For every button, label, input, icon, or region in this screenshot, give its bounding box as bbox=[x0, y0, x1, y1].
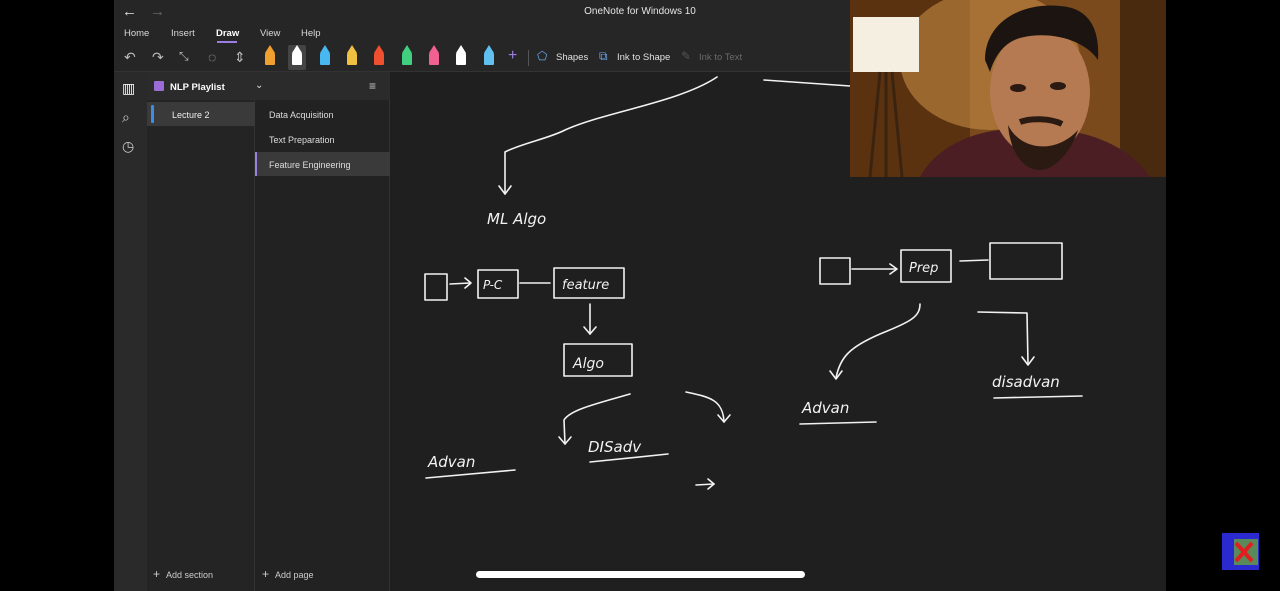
section-color-bar bbox=[151, 105, 154, 123]
ink-label-advan-1: Advan bbox=[427, 453, 475, 471]
ink-stroke bbox=[504, 76, 718, 195]
eraser-icon[interactable]: ◌ bbox=[208, 49, 216, 65]
section-label: Lecture 2 bbox=[172, 110, 210, 120]
page-label: Text Preparation bbox=[269, 135, 335, 145]
sort-icon[interactable]: ≡ bbox=[369, 79, 376, 93]
ink-stroke bbox=[563, 393, 631, 445]
search-icon[interactable]: ⌕ bbox=[122, 109, 130, 126]
pen-blue[interactable] bbox=[316, 45, 334, 70]
ink-to-shape-icon[interactable]: ⧉ bbox=[599, 49, 608, 64]
ink-to-shape-button[interactable]: Ink to Shape bbox=[617, 52, 670, 63]
ink-to-text-icon: ✎ bbox=[681, 49, 692, 63]
ink-stroke bbox=[685, 391, 725, 423]
chevron-down-icon[interactable]: ⌄ bbox=[255, 80, 263, 91]
tab-insert[interactable]: Insert bbox=[171, 28, 195, 39]
insert-space-icon[interactable]: ⇕ bbox=[234, 49, 246, 66]
ink-stroke bbox=[763, 79, 851, 87]
pen-orange[interactable] bbox=[261, 45, 279, 70]
highlighter-red[interactable] bbox=[370, 45, 388, 70]
ink-stroke bbox=[695, 483, 715, 486]
ink-stroke bbox=[977, 311, 1029, 365]
page-label: Data Acquisition bbox=[269, 110, 334, 120]
notebook-icon bbox=[154, 81, 164, 91]
nav-rail: ▥ ⌕ ◷ bbox=[114, 72, 147, 591]
recent-clock-icon[interactable]: ◷ bbox=[122, 138, 134, 155]
add-page-button[interactable]: + Add page bbox=[262, 567, 314, 581]
plus-icon: + bbox=[153, 567, 161, 581]
ink-stroke bbox=[835, 303, 921, 379]
add-section-button[interactable]: + Add section bbox=[153, 567, 213, 581]
active-tab-underline bbox=[217, 41, 237, 43]
ink-label-advan-2: Advan bbox=[801, 399, 849, 417]
ink-stroke bbox=[959, 259, 989, 262]
page-label: Feature Engineering bbox=[269, 160, 351, 170]
ink-box bbox=[989, 242, 1063, 280]
webcam-overlay bbox=[850, 0, 1166, 177]
add-pen-icon[interactable]: + bbox=[508, 47, 517, 65]
page-item-data-acquisition[interactable]: Data Acquisition bbox=[255, 102, 390, 126]
notebook-name[interactable]: NLP Playlist bbox=[170, 82, 225, 93]
notebook-header[interactable]: NLP Playlist ⌄ ≡ bbox=[147, 72, 390, 100]
tab-help[interactable]: Help bbox=[301, 28, 321, 39]
ink-label-ml-algo: ML Algo bbox=[487, 210, 546, 228]
pen-white-selected[interactable] bbox=[288, 45, 306, 70]
ink-label-algo: Algo bbox=[572, 356, 604, 372]
home-indicator-bar bbox=[476, 571, 805, 578]
shapes-icon[interactable]: ⬠ bbox=[537, 49, 547, 63]
pen-cyan[interactable] bbox=[480, 45, 498, 70]
ink-label-disadvan-2: disadvan bbox=[992, 373, 1060, 391]
ink-label-prep-2: Prep bbox=[909, 261, 938, 276]
sections-pane: Lecture 2 + Add section bbox=[147, 100, 255, 591]
ink-stroke bbox=[993, 395, 1083, 399]
lasso-select-icon[interactable]: ⤡ bbox=[179, 49, 189, 64]
tab-view[interactable]: View bbox=[260, 28, 280, 39]
ink-box bbox=[424, 273, 448, 301]
pen-yellow[interactable] bbox=[343, 45, 361, 70]
ink-label-feature: feature bbox=[562, 278, 609, 293]
pen-pink[interactable] bbox=[425, 45, 443, 70]
pages-pane: Data Acquisition Text Preparation Featur… bbox=[255, 100, 390, 591]
ink-stroke bbox=[425, 469, 516, 479]
page-item-text-preparation[interactable]: Text Preparation bbox=[255, 127, 390, 151]
ink-stroke bbox=[799, 421, 877, 425]
plus-icon: + bbox=[262, 567, 270, 581]
page-item-feature-engineering[interactable]: Feature Engineering bbox=[255, 152, 390, 176]
undo-icon[interactable]: ↶ bbox=[124, 49, 136, 66]
ink-label-prep-1: P-C bbox=[483, 278, 503, 292]
section-item-lecture-2[interactable]: Lecture 2 bbox=[147, 102, 255, 126]
ribbon-divider bbox=[528, 50, 529, 66]
ink-stroke bbox=[449, 282, 471, 285]
ink-to-text-button: Ink to Text bbox=[699, 52, 743, 63]
pen-white-2[interactable] bbox=[452, 45, 470, 70]
tab-home[interactable]: Home bbox=[124, 28, 149, 39]
ink-label-disadv-1: DISadv bbox=[588, 438, 642, 456]
ink-box bbox=[819, 257, 851, 285]
presenter-video-image bbox=[850, 0, 1166, 177]
redo-icon[interactable]: ↷ bbox=[152, 49, 164, 66]
notebooks-icon[interactable]: ▥ bbox=[122, 80, 135, 97]
shapes-button[interactable]: Shapes bbox=[556, 52, 588, 63]
pen-green[interactable] bbox=[398, 45, 416, 70]
tab-draw[interactable]: Draw bbox=[216, 28, 239, 39]
channel-logo-icon bbox=[1222, 533, 1259, 570]
